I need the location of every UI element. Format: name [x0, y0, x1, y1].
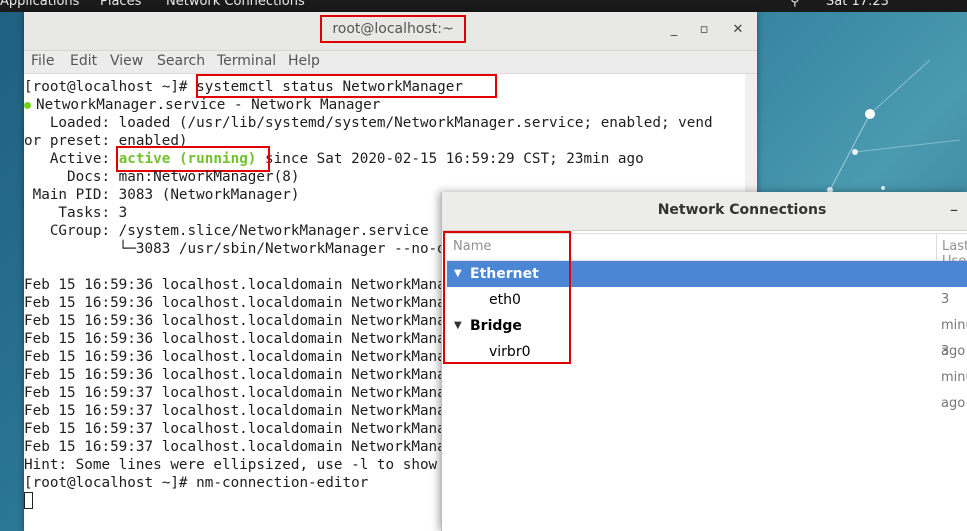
menu-terminal[interactable]: Terminal: [217, 53, 276, 69]
connection-list: Name Last Used ▼ Ethernet eth0 3 minutes…: [443, 231, 967, 531]
command-highlight-box: [196, 74, 497, 98]
log-line: Feb 15 16:59:36 localhost.localdomain Ne…: [24, 349, 472, 365]
clock[interactable]: Sat 17:23: [826, 0, 889, 9]
log-line: Feb 15 16:59:37 localhost.localdomain Ne…: [24, 403, 472, 419]
log-line: Feb 15 16:59:36 localhost.localdomain Ne…: [24, 331, 472, 347]
last-command: nm-connection-editor: [196, 475, 369, 491]
active-app-menu[interactable]: Network Connections: [166, 0, 305, 9]
prompt: [root@localhost ~]#: [24, 79, 197, 95]
column-divider[interactable]: [936, 234, 937, 260]
applications-menu[interactable]: Applications: [0, 0, 79, 9]
top-panel: Applications Places Network Connections …: [0, 0, 967, 12]
status-dot-icon: [24, 101, 31, 109]
terminal-title: root@localhost:~: [320, 15, 466, 43]
network-connections-titlebar[interactable]: Network Connections –: [442, 192, 967, 231]
log-line: Feb 15 16:59:36 localhost.localdomain Ne…: [24, 367, 472, 383]
log-line: Feb 15 16:59:37 localhost.localdomain Ne…: [24, 439, 472, 455]
maximize-button[interactable]: ▫: [696, 22, 712, 38]
connection-last-used: 3 minutes ago: [941, 344, 967, 411]
cgroup-child-line: └─3083 /usr/sbin/NetworkManager --no-dae…: [24, 241, 489, 257]
prompt: [root@localhost ~]#: [24, 475, 197, 491]
minimize-button[interactable]: _: [666, 22, 682, 38]
connection-list-highlight-box: [443, 231, 571, 364]
log-line: Feb 15 16:59:36 localhost.localdomain Ne…: [24, 277, 472, 293]
menu-view[interactable]: View: [110, 53, 143, 69]
user-icon[interactable]: ⚲: [790, 0, 800, 9]
menu-edit[interactable]: Edit: [70, 53, 97, 69]
terminal-menubar: File Edit View Search Terminal Help: [24, 51, 757, 74]
log-line: Feb 15 16:59:37 localhost.localdomain Ne…: [24, 421, 472, 437]
network-connections-window: Network Connections – Name Last Used ▼ E…: [441, 192, 967, 531]
minimize-button[interactable]: –: [950, 200, 958, 219]
log-line: Feb 15 16:59:36 localhost.localdomain Ne…: [24, 295, 472, 311]
menu-file[interactable]: File: [31, 53, 54, 69]
active-label: Active:: [24, 151, 119, 167]
loaded-line: Loaded: loaded (/usr/lib/systemd/system/…: [24, 115, 713, 131]
active-since: since Sat 2020-02-15 16:59:29 CST; 23min…: [256, 151, 644, 167]
terminal-cursor: [24, 492, 33, 509]
log-line: Feb 15 16:59:37 localhost.localdomain Ne…: [24, 385, 472, 401]
places-menu[interactable]: Places: [100, 0, 141, 9]
docs-line: Docs: man:NetworkManager(8): [24, 169, 300, 185]
log-line: Feb 15 16:59:36 localhost.localdomain Ne…: [24, 313, 472, 329]
terminal-titlebar[interactable]: root@localhost:~ _ ▫ ✕: [24, 12, 757, 51]
cgroup-line: CGroup: /system.slice/NetworkManager.ser…: [24, 223, 429, 239]
menu-help[interactable]: Help: [288, 53, 320, 69]
network-connections-title: Network Connections: [657, 202, 827, 218]
close-button[interactable]: ✕: [730, 22, 746, 38]
tasks-line: Tasks: 3: [24, 205, 128, 221]
menu-search[interactable]: Search: [157, 53, 205, 69]
service-line: NetworkManager.service - Network Manager: [36, 97, 381, 113]
pid-line: Main PID: 3083 (NetworkManager): [24, 187, 300, 203]
